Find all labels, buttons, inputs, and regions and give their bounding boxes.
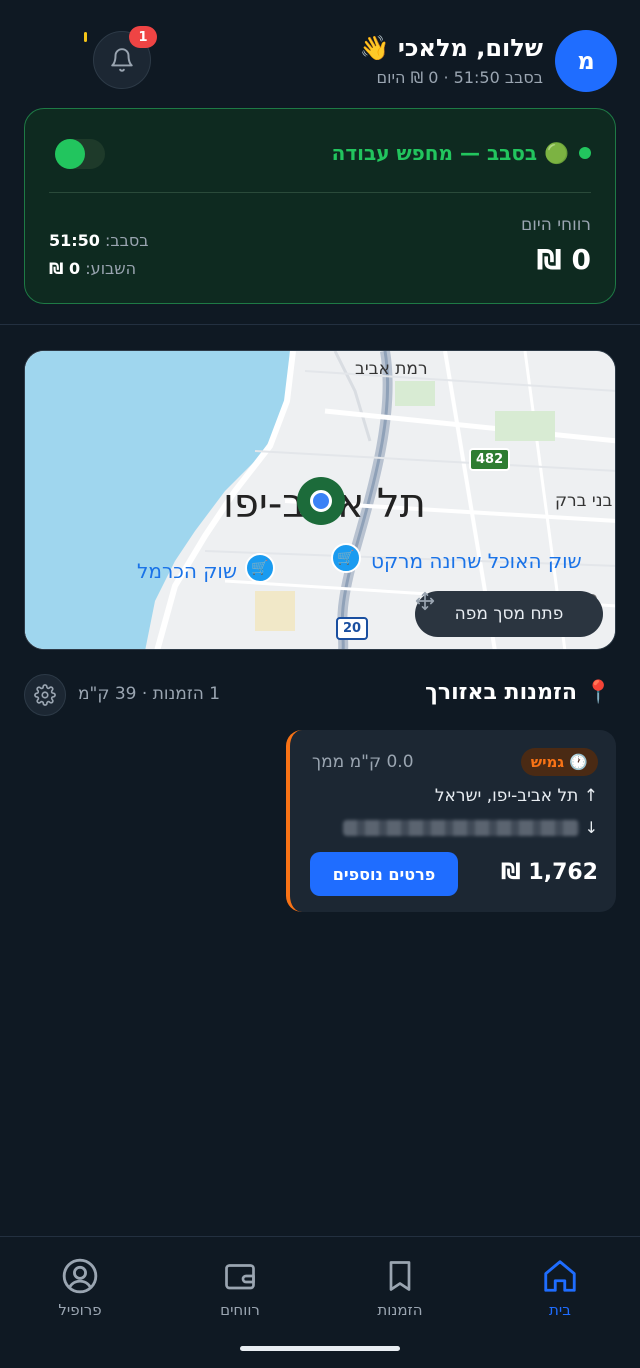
order-dropoff: ↓ (342, 818, 598, 837)
indicator-dot (84, 32, 87, 42)
earnings-label: רווחי היום (521, 215, 591, 235)
avatar[interactable]: מ (555, 30, 617, 92)
nav-home-label: בית (549, 1301, 571, 1319)
poi-carmel: שוק הכרמל (137, 559, 238, 583)
road-shield-20: 20 (336, 617, 369, 640)
status-summary: בסבב 51:50 · 0 ₪ היום (376, 68, 543, 87)
shopping-cart-icon: 🛒 (245, 553, 275, 583)
earnings-value: 0 ₪ (536, 243, 591, 276)
nav-profile-label: פרופיל (58, 1301, 102, 1319)
nav-orders[interactable]: הזמנות (350, 1257, 450, 1319)
flexible-badge: 🕐 גמיש (520, 748, 598, 776)
order-pickup: ↑ תל אביב-יפו, ישראל (434, 786, 598, 806)
map-preview[interactable]: רמת אביב בני ברק רמת גן 482 20 תל אביב-י… (24, 350, 616, 650)
current-location-marker (297, 477, 345, 525)
header: מ שלום, מלאכי 👋 בסבב 51:50 · 0 ₪ היום 1 (0, 0, 640, 100)
order-price: 1,762 ₪ (500, 860, 598, 885)
open-map-button[interactable]: פתח מסך מפה (415, 591, 603, 637)
notification-badge: 1 (129, 26, 157, 48)
filter-settings-button[interactable] (24, 674, 66, 716)
toggle-knob (55, 139, 85, 169)
online-label: בסבב: (105, 231, 149, 250)
online-dot (579, 147, 591, 159)
order-distance: 0.0 ק"מ ממך (312, 752, 414, 772)
more-details-button[interactable]: פרטים נוספים (310, 852, 458, 896)
online-toggle[interactable] (55, 139, 105, 169)
location-dot (310, 490, 332, 512)
online-time: בסבב: 51:50 (49, 231, 149, 250)
road-shield-482: 482 (469, 448, 511, 471)
divider (49, 192, 591, 193)
poi-sarona: שוק האוכל שרונה מרקט (371, 549, 582, 573)
wallet-icon (225, 1264, 255, 1290)
nav-earnings-label: רווחים (220, 1301, 260, 1319)
shopping-cart-icon: 🛒 (331, 543, 361, 573)
home-icon (544, 1260, 576, 1292)
bookmark-icon (389, 1261, 411, 1291)
order-card[interactable]: 🕐 גמיש 0.0 ק"מ ממך ↑ תל אביב-יפו, ישראל … (286, 730, 616, 912)
home-indicator (240, 1346, 400, 1351)
greeting: שלום, מלאכי 👋 (359, 34, 543, 62)
nav-orders-label: הזמנות (377, 1301, 423, 1319)
move-icon (415, 591, 435, 611)
nav-home[interactable]: בית (510, 1257, 610, 1319)
bell-icon (111, 48, 133, 72)
week-value: 0 ₪ (49, 259, 81, 278)
map-label-ramat-aviv: רמת אביב (355, 359, 428, 379)
status-row: 🟢 בסבב — מחפש עבודה (332, 141, 591, 165)
week-label: השבוע: (85, 259, 137, 278)
section-divider (0, 324, 640, 325)
orders-meta: 1 הזמנות · 39 ק"מ (78, 684, 221, 704)
week-earnings: השבוע: 0 ₪ (49, 259, 136, 278)
blurred-address (342, 819, 579, 836)
user-circle-icon (62, 1258, 98, 1294)
open-map-label: פתח מסך מפה (454, 604, 564, 624)
online-value: 51:50 (49, 231, 100, 250)
nearby-orders-title: 📍 הזמנות באזורך (425, 680, 612, 705)
gear-icon (34, 684, 56, 706)
nav-profile[interactable]: פרופיל (30, 1257, 130, 1319)
status-card: 🟢 בסבב — מחפש עבודה רווחי היום 0 ₪ בסבב:… (24, 108, 616, 304)
map-label-bnei-brak: בני ברק (555, 491, 613, 511)
arrow-down-icon: ↓ (584, 818, 598, 837)
avatar-initial: מ (577, 47, 595, 75)
status-text: 🟢 בסבב — מחפש עבודה (331, 141, 569, 165)
nav-earnings[interactable]: רווחים (190, 1257, 290, 1319)
